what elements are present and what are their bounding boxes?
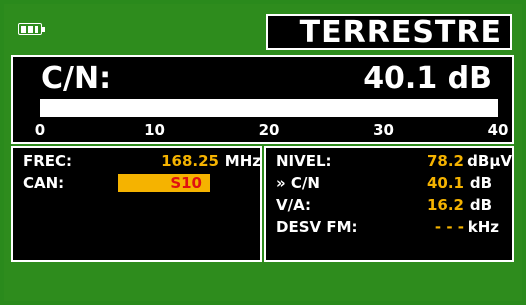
scale-tick-30: 30 xyxy=(373,121,394,139)
frequency-unit: MHz xyxy=(224,152,261,170)
mode-title: TERRESTRE xyxy=(299,15,502,50)
nivel-label: NIVEL: xyxy=(276,152,332,170)
channel-value: S10 xyxy=(170,174,202,192)
va-value: 16.2 xyxy=(426,196,464,214)
measurements-panel: NIVEL: 78.2 dBµV » C/N 40.1 dB V/A: 16.2… xyxy=(264,146,514,262)
cn-level-bar xyxy=(40,99,498,117)
battery-cell xyxy=(35,26,38,33)
mode-title-box: TERRESTRE xyxy=(266,14,512,50)
battery-icon xyxy=(18,23,45,35)
frequency-value[interactable]: 168.25 xyxy=(161,151,219,171)
channel-selector[interactable]: S10 xyxy=(118,174,210,192)
cn-row-value: 40.1 xyxy=(426,174,464,192)
cn-value: 40.1 dB xyxy=(363,61,492,96)
cn-row-unit: dB xyxy=(469,174,492,192)
channel-label: CAN: xyxy=(23,174,65,192)
desv-fm-value: - - - xyxy=(434,218,464,236)
tuning-panel: FREC: 168.25 MHz CAN: S10 xyxy=(11,146,262,262)
va-unit: dB xyxy=(469,196,492,214)
scale-tick-20: 20 xyxy=(258,121,280,139)
cn-measurement-panel: C/N: 40.1 dB 0 10 20 30 40 xyxy=(11,55,514,144)
scale-tick-40: 40 xyxy=(487,121,509,139)
nivel-unit: dBµV xyxy=(467,152,512,170)
desv-fm-unit: kHz xyxy=(467,218,499,236)
scale-tick-10: 10 xyxy=(144,121,165,139)
cn-row-label: » C/N xyxy=(276,174,320,192)
nivel-value: 78.2 xyxy=(426,152,464,170)
frequency-label: FREC: xyxy=(23,152,73,170)
cn-level-bar-fill xyxy=(40,99,498,117)
cn-label: C/N: xyxy=(41,61,112,96)
desv-fm-label: DESV FM: xyxy=(276,218,358,236)
va-label: V/A: xyxy=(276,196,311,214)
battery-cell xyxy=(21,26,26,33)
battery-cell xyxy=(28,26,33,33)
scale-tick-0: 0 xyxy=(34,121,46,139)
